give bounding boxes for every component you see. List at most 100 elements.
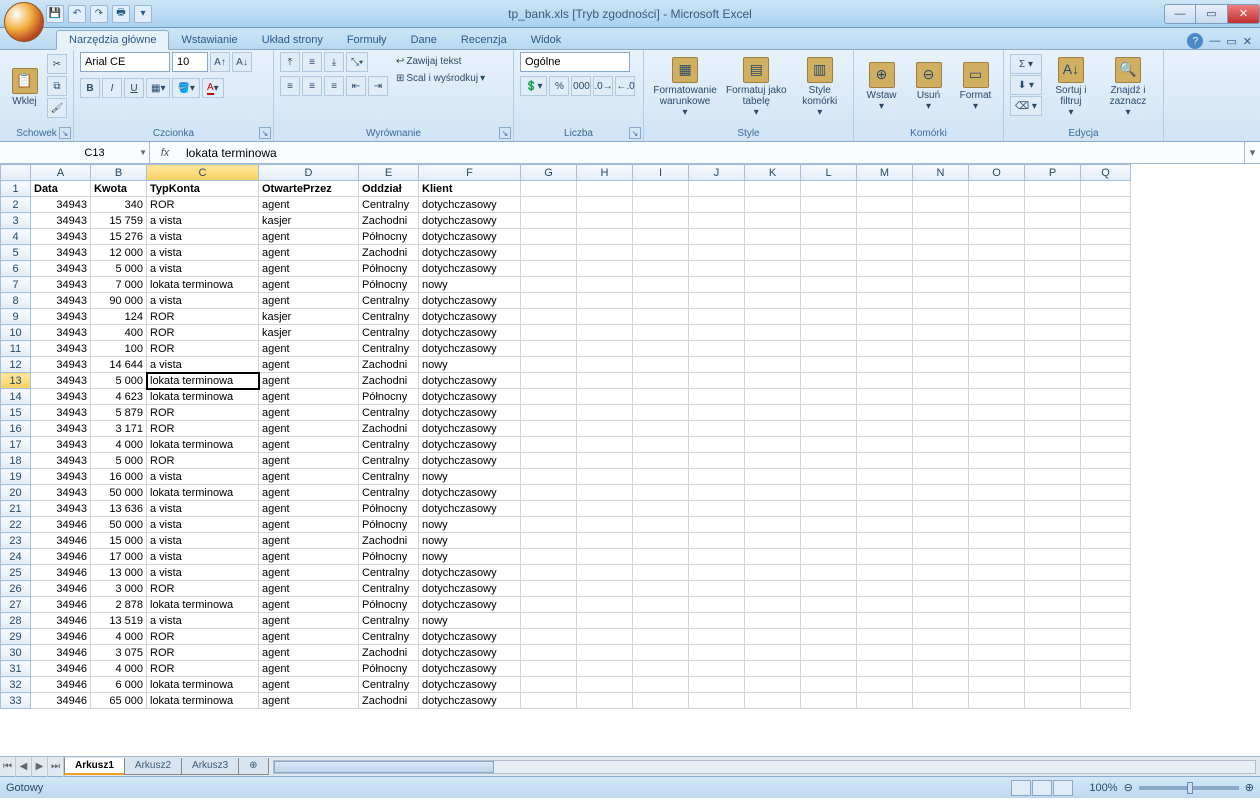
cell[interactable] <box>1025 485 1081 501</box>
cell[interactable] <box>745 341 801 357</box>
cell[interactable]: dotychczasowy <box>419 197 521 213</box>
cell[interactable] <box>745 181 801 197</box>
cell[interactable] <box>1025 341 1081 357</box>
cell[interactable]: kasjer <box>259 309 359 325</box>
cut-icon[interactable]: ✂ <box>47 54 67 74</box>
fx-icon[interactable]: fx <box>156 144 174 162</box>
cell[interactable]: 34943 <box>31 213 91 229</box>
cell[interactable] <box>969 693 1025 709</box>
cell[interactable]: ROR <box>147 661 259 677</box>
cell[interactable] <box>1081 469 1131 485</box>
cell[interactable] <box>689 613 745 629</box>
cell[interactable]: Centralny <box>359 613 419 629</box>
cell[interactable] <box>521 293 577 309</box>
col-header-D[interactable]: D <box>259 165 359 181</box>
sheet-tab-arkusz2[interactable]: Arkusz2 <box>124 758 182 775</box>
cell[interactable]: 100 <box>91 341 147 357</box>
cell[interactable]: 34943 <box>31 501 91 517</box>
indent-inc-icon[interactable]: ⇥ <box>368 76 388 96</box>
cell[interactable] <box>1081 357 1131 373</box>
cell[interactable]: a vista <box>147 293 259 309</box>
cell[interactable]: 34946 <box>31 629 91 645</box>
cell[interactable] <box>1081 309 1131 325</box>
cell[interactable] <box>577 677 633 693</box>
cell[interactable] <box>633 437 689 453</box>
align-middle-icon[interactable]: ≡ <box>302 52 322 72</box>
cell[interactable]: lokata terminowa <box>147 693 259 709</box>
ribbon-tab-wstawianie[interactable]: Wstawianie <box>169 31 249 49</box>
cell[interactable] <box>1025 453 1081 469</box>
cell[interactable]: agent <box>259 437 359 453</box>
cell[interactable]: agent <box>259 229 359 245</box>
cell[interactable] <box>521 533 577 549</box>
cell[interactable]: Zachodni <box>359 213 419 229</box>
cell[interactable] <box>969 229 1025 245</box>
paste-button[interactable]: 📋 Wklej <box>6 52 43 122</box>
conditional-formatting-button[interactable]: ▦Formatowanie warunkowe▾ <box>650 52 720 122</box>
format-cells-button[interactable]: ▭Format▾ <box>954 52 997 122</box>
cell[interactable] <box>633 181 689 197</box>
row-header-9[interactable]: 9 <box>1 309 31 325</box>
cell[interactable] <box>577 213 633 229</box>
cell[interactable] <box>633 245 689 261</box>
cell[interactable]: Centralny <box>359 581 419 597</box>
cell[interactable] <box>913 389 969 405</box>
cell[interactable] <box>633 229 689 245</box>
cell[interactable] <box>1081 245 1131 261</box>
cell[interactable] <box>1025 261 1081 277</box>
cell[interactable]: 34943 <box>31 261 91 277</box>
cell[interactable] <box>745 357 801 373</box>
cell[interactable] <box>969 565 1025 581</box>
cell[interactable]: lokata terminowa <box>147 437 259 453</box>
clear-icon[interactable]: ⌫ ▾ <box>1010 96 1042 116</box>
cell[interactable] <box>1025 677 1081 693</box>
cell[interactable] <box>577 469 633 485</box>
cell[interactable] <box>857 213 913 229</box>
cell[interactable] <box>689 565 745 581</box>
cell[interactable] <box>1025 405 1081 421</box>
cell[interactable]: agent <box>259 693 359 709</box>
row-header-22[interactable]: 22 <box>1 517 31 533</box>
cell[interactable] <box>1081 549 1131 565</box>
col-header-M[interactable]: M <box>857 165 913 181</box>
col-header-A[interactable]: A <box>31 165 91 181</box>
print-icon[interactable]: 🖶 <box>112 5 130 23</box>
cell[interactable] <box>521 261 577 277</box>
cell[interactable] <box>913 261 969 277</box>
undo-icon[interactable]: ↶ <box>68 5 86 23</box>
cell[interactable] <box>689 661 745 677</box>
cell[interactable]: agent <box>259 501 359 517</box>
cell[interactable] <box>577 453 633 469</box>
insert-cells-button[interactable]: ⊕Wstaw▾ <box>860 52 903 122</box>
row-header-8[interactable]: 8 <box>1 293 31 309</box>
cell[interactable] <box>969 485 1025 501</box>
cell[interactable]: dotychczasowy <box>419 213 521 229</box>
row-header-3[interactable]: 3 <box>1 213 31 229</box>
cell[interactable] <box>1081 341 1131 357</box>
cell[interactable]: 5 000 <box>91 261 147 277</box>
cell[interactable] <box>577 197 633 213</box>
shrink-font-icon[interactable]: A↓ <box>232 52 252 72</box>
cell[interactable]: Północny <box>359 549 419 565</box>
cell[interactable] <box>857 565 913 581</box>
cell[interactable]: 3 075 <box>91 645 147 661</box>
cell[interactable]: Zachodni <box>359 533 419 549</box>
cell[interactable]: dotychczasowy <box>419 485 521 501</box>
cell[interactable]: OtwartePrzez <box>259 181 359 197</box>
cell[interactable] <box>689 549 745 565</box>
cell[interactable] <box>521 341 577 357</box>
sheet-tab-arkusz1[interactable]: Arkusz1 <box>64 758 125 775</box>
cell[interactable] <box>521 485 577 501</box>
normal-view-icon[interactable] <box>1011 780 1031 796</box>
cell[interactable] <box>745 293 801 309</box>
cell[interactable] <box>969 421 1025 437</box>
cell[interactable] <box>913 517 969 533</box>
cell[interactable]: 4 000 <box>91 629 147 645</box>
indent-dec-icon[interactable]: ⇤ <box>346 76 366 96</box>
cell[interactable] <box>577 661 633 677</box>
cell[interactable] <box>521 453 577 469</box>
cell[interactable] <box>857 661 913 677</box>
cell[interactable]: Zachodni <box>359 693 419 709</box>
cell[interactable]: 34946 <box>31 613 91 629</box>
cell[interactable] <box>857 325 913 341</box>
